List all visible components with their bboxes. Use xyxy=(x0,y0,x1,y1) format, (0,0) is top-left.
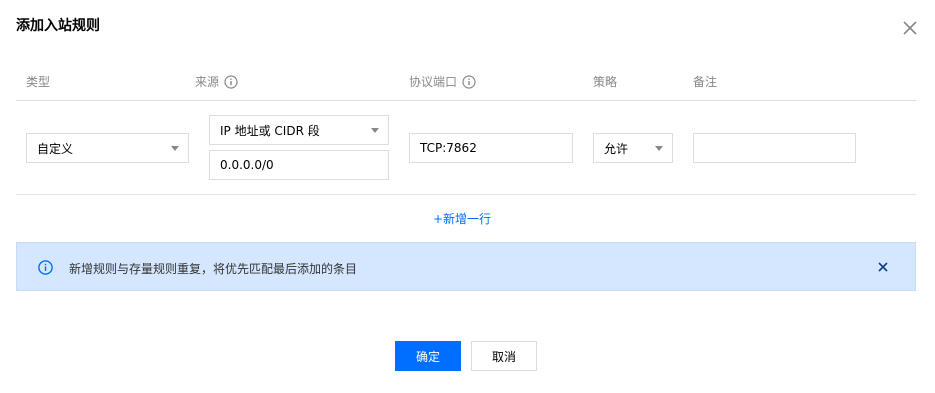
source-kind-select[interactable]: IP 地址或 CIDR 段 xyxy=(209,115,389,145)
row-divider xyxy=(16,194,916,195)
add-row-link[interactable]: +新增一行 xyxy=(433,210,491,227)
dialog-title: 添加入站规则 xyxy=(16,18,100,34)
close-icon[interactable] xyxy=(900,18,920,38)
policy-select-value: 允许 xyxy=(604,141,629,156)
duplicate-rule-alert: 新增规则与存量规则重复，将优先匹配最后添加的条目 xyxy=(16,242,916,291)
header-note-label: 备注 xyxy=(693,75,718,89)
type-select[interactable]: 自定义 xyxy=(26,133,189,163)
chevron-down-icon xyxy=(371,128,379,133)
header-source-label: 来源 xyxy=(195,75,220,89)
cancel-button[interactable]: 取消 xyxy=(471,341,537,371)
note-input[interactable] xyxy=(693,133,856,163)
source-cidr-value: 0.0.0.0/0 xyxy=(220,158,274,172)
source-info-icon[interactable] xyxy=(224,74,238,89)
alert-message: 新增规则与存量规则重复，将优先匹配最后添加的条目 xyxy=(69,262,358,276)
close-icon[interactable] xyxy=(876,260,890,274)
type-select-value: 自定义 xyxy=(37,141,74,156)
policy-select[interactable]: 允许 xyxy=(593,133,673,163)
source-cidr-input[interactable]: 0.0.0.0/0 xyxy=(209,150,389,180)
port-input-value: TCP:7862 xyxy=(420,141,477,155)
header-divider xyxy=(16,100,916,101)
header-type-label: 类型 xyxy=(26,75,51,89)
port-input[interactable]: TCP:7862 xyxy=(409,133,573,163)
header-policy-label: 策略 xyxy=(593,75,618,89)
header-policy: 策略 xyxy=(593,73,617,90)
confirm-button[interactable]: 确定 xyxy=(395,341,461,371)
header-type: 类型 xyxy=(26,73,50,90)
header-source: 来源 xyxy=(195,73,238,90)
source-kind-value: IP 地址或 CIDR 段 xyxy=(220,123,320,138)
port-info-icon[interactable] xyxy=(462,74,476,89)
info-icon xyxy=(38,260,53,275)
chevron-down-icon xyxy=(171,146,179,151)
chevron-down-icon xyxy=(655,146,663,151)
header-port-label: 协议端口 xyxy=(409,75,458,89)
header-port: 协议端口 xyxy=(409,73,476,90)
header-note: 备注 xyxy=(693,73,717,90)
